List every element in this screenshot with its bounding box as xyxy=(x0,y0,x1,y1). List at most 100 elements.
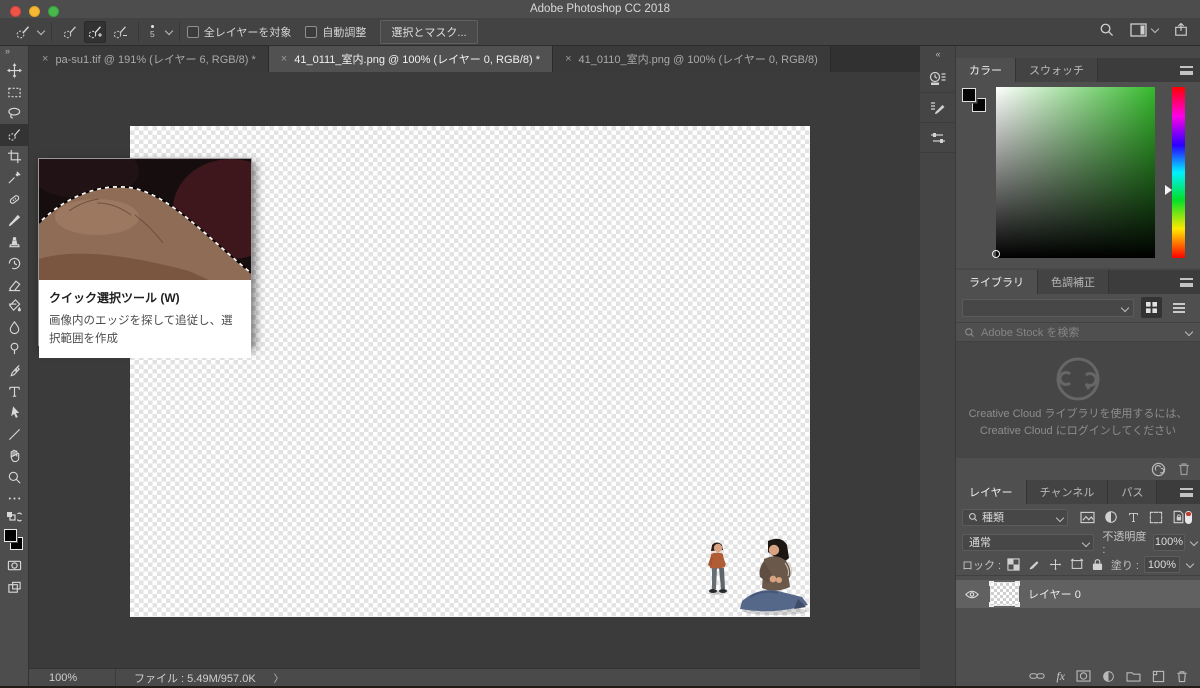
more-tools-button[interactable] xyxy=(0,488,29,509)
filter-smart-objects-icon[interactable] xyxy=(1172,510,1185,524)
sync-icon[interactable] xyxy=(1151,462,1166,477)
lock-position-icon[interactable] xyxy=(1049,558,1062,571)
foreground-background-colors[interactable] xyxy=(0,525,29,555)
delete-layer-trash-icon[interactable] xyxy=(1176,670,1188,683)
layer-row-selected[interactable]: レイヤー 0 xyxy=(956,580,1200,608)
sample-all-layers-checkbox[interactable]: 全レイヤーを対象 xyxy=(186,24,291,40)
paint-bucket-tool[interactable] xyxy=(0,295,29,316)
quick-mask-mode-button[interactable] xyxy=(0,555,29,576)
new-selection-button[interactable] xyxy=(59,21,81,43)
filter-adjustment-layers-icon[interactable] xyxy=(1104,510,1118,524)
layer-thumbnail[interactable] xyxy=(989,581,1020,607)
foreground-color-swatch[interactable] xyxy=(4,529,17,543)
layer-visibility-eye-icon[interactable] xyxy=(965,590,979,599)
filter-pixel-layers-icon[interactable] xyxy=(1080,511,1095,524)
type-tool[interactable] xyxy=(0,381,29,402)
link-layers-icon[interactable] xyxy=(1029,671,1045,681)
foreground-color-swatch[interactable] xyxy=(962,88,976,102)
new-adjustment-layer-icon[interactable] xyxy=(1102,670,1115,683)
tab-libraries[interactable]: ライブラリ xyxy=(956,270,1038,294)
swap-default-colors[interactable] xyxy=(0,509,29,525)
document-tab-active[interactable]: × 41_0111_室内.png @ 100% (レイヤー 0, RGB/8) … xyxy=(268,46,554,72)
properties-panel-icon[interactable] xyxy=(920,123,956,153)
filter-kind-dropdown[interactable]: 種類 xyxy=(962,508,1069,526)
panel-menu-icon[interactable] xyxy=(1180,66,1193,75)
tool-preset-picker[interactable] xyxy=(14,21,44,43)
hand-tool[interactable] xyxy=(0,445,29,466)
document-tab[interactable]: × 41_0110_室内.png @ 100% (レイヤー 0, RGB/8) xyxy=(553,46,831,72)
fill-dropdown-button[interactable] xyxy=(1182,556,1196,573)
expand-tools-icon[interactable]: » xyxy=(0,46,28,60)
add-layer-mask-icon[interactable] xyxy=(1076,670,1091,682)
tab-paths[interactable]: パス xyxy=(1108,480,1158,504)
library-select-dropdown[interactable] xyxy=(962,299,1134,317)
brush-settings-panel-icon[interactable] xyxy=(920,93,956,123)
blend-mode-dropdown[interactable]: 通常 xyxy=(962,533,1095,551)
hue-slider-pointer[interactable] xyxy=(1165,185,1172,195)
panel-menu-icon[interactable] xyxy=(1180,278,1193,287)
crop-tool[interactable] xyxy=(0,146,29,167)
color-swatches-preview[interactable] xyxy=(962,88,992,118)
lasso-tool[interactable] xyxy=(0,103,29,124)
tab-layers[interactable]: レイヤー xyxy=(956,480,1027,504)
workspace-switcher[interactable] xyxy=(1130,22,1158,37)
zoom-level-field[interactable]: 100% xyxy=(49,672,105,684)
brush-tool[interactable] xyxy=(0,210,29,231)
new-layer-icon[interactable] xyxy=(1152,670,1165,683)
tab-adjustments[interactable]: 色調補正 xyxy=(1038,270,1109,294)
status-options-chevron[interactable]: 〉 xyxy=(274,670,284,685)
pen-tool[interactable] xyxy=(0,359,29,380)
move-tool[interactable] xyxy=(0,60,29,81)
search-icon[interactable] xyxy=(1099,22,1114,37)
saturation-brightness-field[interactable] xyxy=(996,87,1155,258)
line-tool[interactable] xyxy=(0,424,29,445)
opacity-dropdown-button[interactable] xyxy=(1187,534,1200,551)
zoom-tool[interactable] xyxy=(0,466,29,487)
auto-enhance-checkbox[interactable]: 自動調整 xyxy=(305,24,366,40)
subtract-from-selection-button[interactable] xyxy=(109,21,131,43)
path-selection-tool[interactable] xyxy=(0,402,29,423)
grid-view-button[interactable] xyxy=(1141,297,1162,318)
close-icon[interactable]: × xyxy=(42,53,48,65)
tab-swatches[interactable]: スウォッチ xyxy=(1016,58,1098,82)
new-group-icon[interactable] xyxy=(1126,670,1141,682)
document-tab[interactable]: × pa-su1.tif @ 191% (レイヤー 6, RGB/8) * xyxy=(30,46,269,72)
collapse-panels-icon[interactable]: « xyxy=(920,46,955,59)
lock-transparent-pixels-icon[interactable] xyxy=(1007,558,1020,571)
add-to-selection-button[interactable] xyxy=(84,20,106,43)
lock-artboard-icon[interactable] xyxy=(1070,558,1084,571)
rectangular-marquee-tool[interactable] xyxy=(0,81,29,102)
list-view-button[interactable] xyxy=(1168,297,1189,318)
history-panel-icon[interactable] xyxy=(920,63,956,93)
eyedropper-tool[interactable] xyxy=(0,167,29,188)
lock-all-icon[interactable] xyxy=(1092,558,1103,571)
clone-stamp-tool[interactable] xyxy=(0,231,29,252)
lock-image-pixels-icon[interactable] xyxy=(1028,558,1041,571)
blur-tool[interactable] xyxy=(0,317,29,338)
tab-channels[interactable]: チャンネル xyxy=(1026,480,1109,504)
trash-icon[interactable] xyxy=(1178,462,1190,476)
opacity-value[interactable]: 100% xyxy=(1152,533,1186,551)
filter-shape-layers-icon[interactable] xyxy=(1149,511,1163,524)
tab-color[interactable]: カラー xyxy=(956,58,1016,82)
spot-healing-brush-tool[interactable] xyxy=(0,188,29,209)
quick-selection-tool[interactable] xyxy=(0,124,29,146)
adobe-stock-search-field[interactable]: Adobe Stock を検索 xyxy=(956,322,1200,342)
layer-name[interactable]: レイヤー 0 xyxy=(1028,586,1081,602)
share-icon[interactable] xyxy=(1174,22,1188,37)
screen-mode-button[interactable] xyxy=(0,577,29,598)
brush-size-picker[interactable]: 5 xyxy=(146,21,172,43)
fill-value[interactable]: 100% xyxy=(1144,556,1180,573)
layer-filter-toggle[interactable] xyxy=(1185,510,1192,524)
hue-slider[interactable] xyxy=(1172,87,1185,258)
eraser-tool[interactable] xyxy=(0,274,29,295)
panel-menu-icon[interactable] xyxy=(1180,488,1193,497)
filter-type-layers-icon[interactable] xyxy=(1127,511,1140,524)
color-field-cursor[interactable] xyxy=(992,250,1000,258)
close-icon[interactable]: × xyxy=(281,53,287,65)
close-icon[interactable]: × xyxy=(565,53,571,65)
layer-style-fx-button[interactable]: fx xyxy=(1056,669,1065,684)
history-brush-tool[interactable] xyxy=(0,253,29,274)
select-and-mask-button[interactable]: 選択とマスク... xyxy=(380,19,478,44)
dodge-tool[interactable] xyxy=(0,338,29,359)
